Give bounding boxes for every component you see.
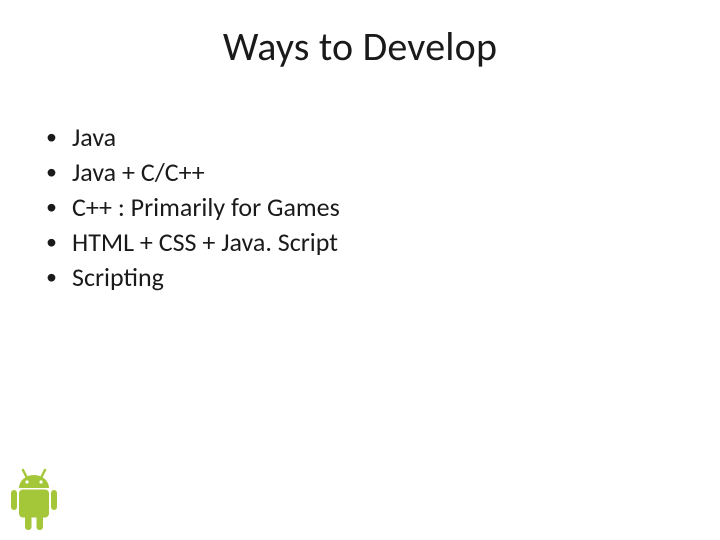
slide-title: Ways to Develop xyxy=(0,22,720,71)
slide: Ways to Develop • Java • Java + C/C++ • … xyxy=(0,0,720,540)
bullet-text: Java + C/C++ xyxy=(72,155,680,190)
bullet-icon: • xyxy=(46,155,72,187)
bullet-icon: • xyxy=(46,225,72,257)
list-item: • Scripting xyxy=(46,260,680,295)
bullet-icon: • xyxy=(46,190,72,222)
bullet-text: Scripting xyxy=(72,260,680,295)
bullet-icon: • xyxy=(46,120,72,152)
android-logo-icon xyxy=(6,466,62,534)
list-item: • Java + C/C++ xyxy=(46,155,680,190)
list-item: • C++ : Primarily for Games xyxy=(46,190,680,225)
list-item: • HTML + CSS + Java. Script xyxy=(46,225,680,260)
bullet-list: • Java • Java + C/C++ • C++ : Primarily … xyxy=(46,120,680,295)
bullet-text: HTML + CSS + Java. Script xyxy=(72,225,680,260)
list-item: • Java xyxy=(46,120,680,155)
bullet-text: C++ : Primarily for Games xyxy=(72,190,680,225)
bullet-icon: • xyxy=(46,260,72,292)
bullet-text: Java xyxy=(72,120,680,155)
